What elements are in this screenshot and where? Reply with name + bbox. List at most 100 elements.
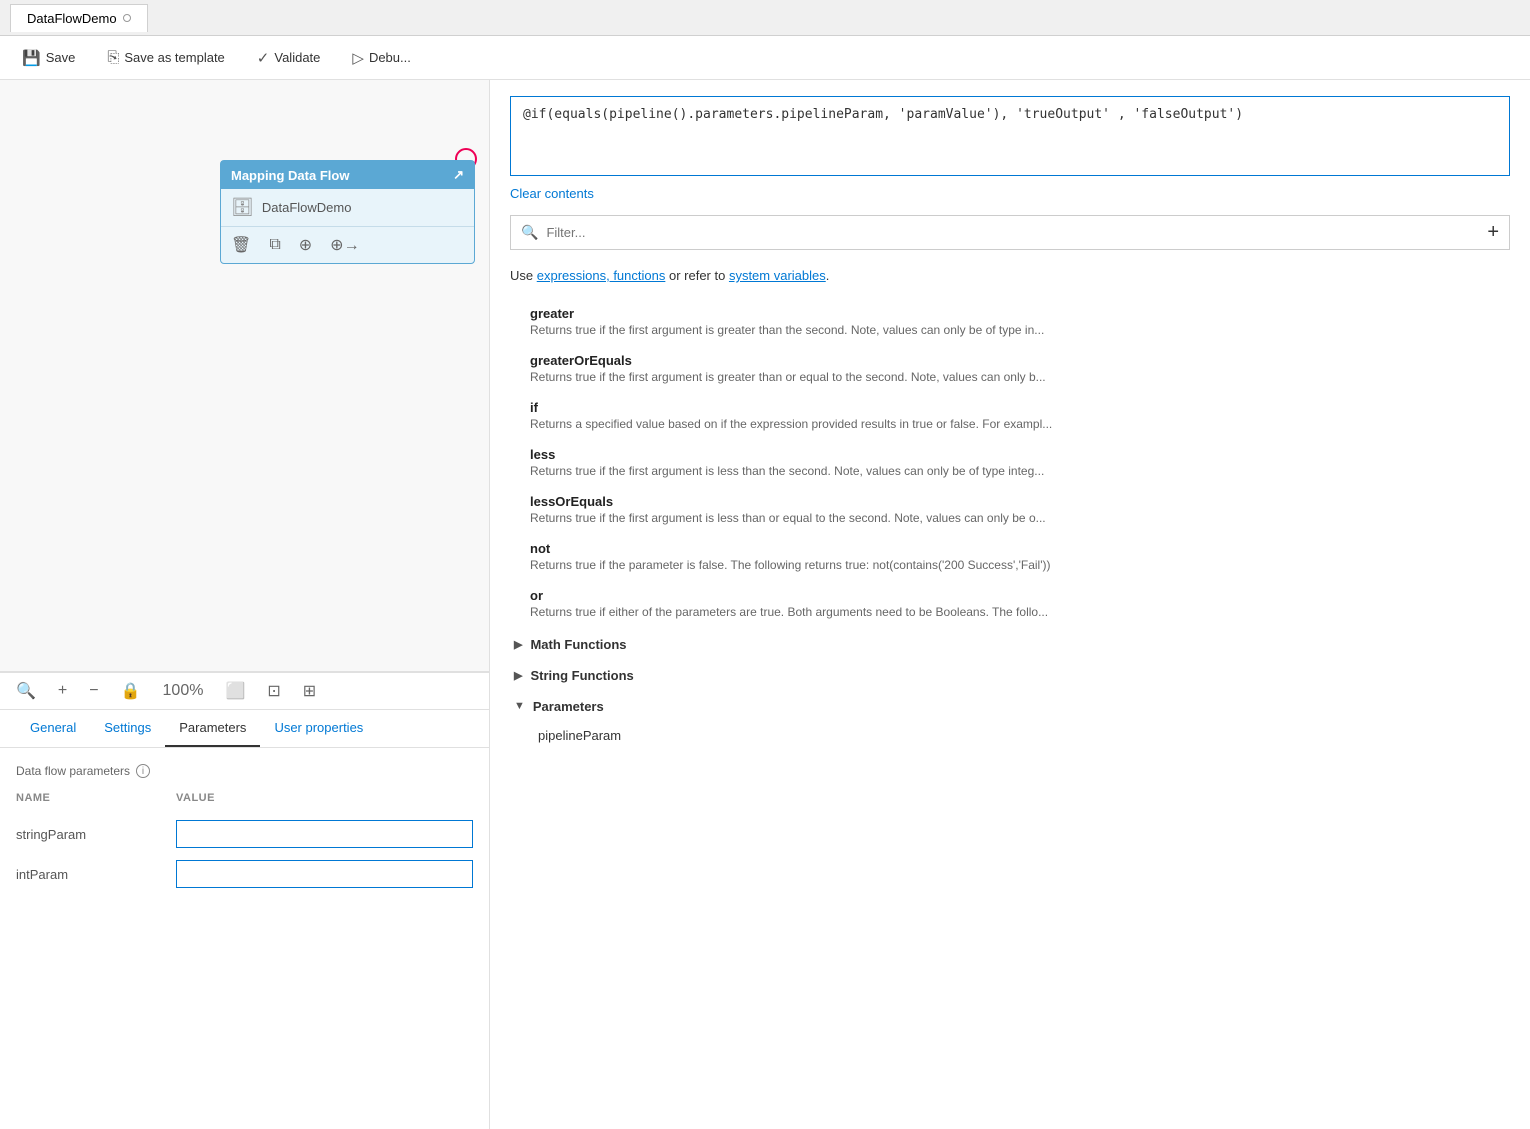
func-item-greater: greater Returns true if the first argume… xyxy=(510,300,1510,347)
database-icon: 🗄 xyxy=(231,197,254,218)
filter-input[interactable] xyxy=(546,225,1479,240)
right-panel: @if(equals(pipeline().parameters.pipelin… xyxy=(490,80,1530,1129)
func-item-less: less Returns true if the first argument … xyxy=(510,441,1510,488)
func-item-if: if Returns a specified value based on if… xyxy=(510,394,1510,441)
expression-text: @if(equals(pipeline().parameters.pipelin… xyxy=(523,107,1243,122)
search-tool-button[interactable]: 🔍 xyxy=(12,679,40,703)
func-desc-not: Returns true if the parameter is false. … xyxy=(530,558,1510,572)
debug-label: Debu... xyxy=(369,50,411,65)
string-functions-section[interactable]: ▶ String Functions xyxy=(510,660,1510,691)
properties-panel: General Settings Parameters User propert… xyxy=(0,709,489,1129)
delete-icon[interactable]: 🗑 xyxy=(231,235,251,255)
param-name-0: stringParam xyxy=(16,827,164,842)
save-icon: 💾 xyxy=(22,49,41,67)
canvas-toolbar: 🔍 + − 🔒 100% ⬜ ⊡ ⊞ xyxy=(0,672,489,709)
mdf-header: Mapping Data Flow ↗ xyxy=(221,161,474,189)
save-label: Save xyxy=(46,50,76,65)
func-name-less: less xyxy=(530,447,1510,462)
function-list: greater Returns true if the first argume… xyxy=(510,300,1510,629)
math-chevron-right-icon: ▶ xyxy=(514,638,522,651)
expression-input[interactable]: @if(equals(pipeline().parameters.pipelin… xyxy=(510,96,1510,176)
validate-icon: ✓ xyxy=(257,49,270,67)
tab-settings[interactable]: Settings xyxy=(90,710,165,747)
toolbar: 💾 Save ⎘ Save as template ✓ Validate ▷ D… xyxy=(0,36,1530,80)
math-functions-section[interactable]: ▶ Math Functions xyxy=(510,629,1510,660)
system-variables-link[interactable]: system variables xyxy=(729,268,826,283)
func-name-greaterorequals: greaterOrEquals xyxy=(530,353,1510,368)
func-name-if: if xyxy=(530,400,1510,415)
duplicate-icon[interactable]: ⊕ xyxy=(299,235,312,255)
func-desc-if: Returns a specified value based on if th… xyxy=(530,417,1510,431)
section-title: Data flow parameters i xyxy=(16,764,473,778)
mdf-title-row: 🗄 DataFlowDemo xyxy=(221,189,474,227)
validate-label: Validate xyxy=(274,50,320,65)
validate-button[interactable]: ✓ Validate xyxy=(251,45,327,71)
expressions-functions-link[interactable]: expressions, functions xyxy=(537,268,666,283)
filter-bar: 🔍 + xyxy=(510,215,1510,250)
tab-label: DataFlowDemo xyxy=(27,11,117,26)
params-section-label: Parameters xyxy=(533,699,604,714)
canvas-area[interactable]: Mapping Data Flow ↗ 🗄 DataFlowDemo 🗑 ⧉ ⊕… xyxy=(0,80,489,672)
external-link-icon[interactable]: ↗ xyxy=(453,167,464,183)
add-output-icon[interactable]: ⊕→ xyxy=(330,235,359,255)
copy-icon[interactable]: ⧉ xyxy=(269,236,280,254)
func-desc-or: Returns true if either of the parameters… xyxy=(530,605,1510,619)
template-label: Save as template xyxy=(124,50,224,65)
func-desc-lessorequals: Returns true if the first argument is le… xyxy=(530,511,1510,525)
func-item-greaterorequals: greaterOrEquals Returns true if the firs… xyxy=(510,347,1510,394)
param-value-input-0[interactable] xyxy=(176,820,473,848)
props-content: Data flow parameters i NAME VALUE string… xyxy=(0,748,489,1129)
description-text: Use expressions, functions or refer to s… xyxy=(510,266,1510,286)
left-panel: Mapping Data Flow ↗ 🗄 DataFlowDemo 🗑 ⧉ ⊕… xyxy=(0,80,490,1129)
func-name-not: not xyxy=(530,541,1510,556)
template-icon: ⎘ xyxy=(107,49,119,66)
filter-search-icon: 🔍 xyxy=(521,224,538,241)
zoom-percent-button[interactable]: 100% xyxy=(159,680,208,702)
zoom-out-button[interactable]: − xyxy=(85,680,102,702)
func-desc-less: Returns true if the first argument is le… xyxy=(530,464,1510,478)
params-chevron-down-icon: ▼ xyxy=(514,700,525,712)
tab-user-properties[interactable]: User properties xyxy=(260,710,377,747)
table-header: NAME VALUE xyxy=(16,788,473,808)
main-area: Mapping Data Flow ↗ 🗄 DataFlowDemo 🗑 ⧉ ⊕… xyxy=(0,80,1530,1129)
minimap-button[interactable]: ⊡ xyxy=(263,679,284,703)
math-section-label: Math Functions xyxy=(530,637,626,652)
tab-unsaved-dot xyxy=(123,14,131,22)
tab-general[interactable]: General xyxy=(16,710,90,747)
func-desc-greaterorequals: Returns true if the first argument is gr… xyxy=(530,370,1510,384)
mdf-card[interactable]: Mapping Data Flow ↗ 🗄 DataFlowDemo 🗑 ⧉ ⊕… xyxy=(220,160,475,264)
filter-add-button[interactable]: + xyxy=(1487,221,1499,244)
param-row-1: intParam xyxy=(16,854,473,894)
param-row-0: stringParam xyxy=(16,814,473,854)
info-icon: i xyxy=(136,764,150,778)
param-item-label: pipelineParam xyxy=(538,728,621,743)
mdf-actions: 🗑 ⧉ ⊕ ⊕→ xyxy=(221,227,474,263)
string-chevron-right-icon: ▶ xyxy=(514,669,522,682)
func-name-lessorequals: lessOrEquals xyxy=(530,494,1510,509)
props-tabs: General Settings Parameters User propert… xyxy=(0,710,489,748)
tab-parameters[interactable]: Parameters xyxy=(165,710,260,747)
func-item-not: not Returns true if the parameter is fal… xyxy=(510,535,1510,582)
func-desc-greater: Returns true if the first argument is gr… xyxy=(530,323,1510,337)
tab-dataflowdemo[interactable]: DataFlowDemo xyxy=(10,4,148,32)
mdf-name: DataFlowDemo xyxy=(262,200,352,215)
save-template-button[interactable]: ⎘ Save as template xyxy=(101,45,230,70)
save-button[interactable]: 💾 Save xyxy=(16,45,81,71)
fit-view-button[interactable]: ⬜ xyxy=(221,679,249,703)
zoom-in-button[interactable]: + xyxy=(54,680,71,702)
col-value-header: VALUE xyxy=(176,792,473,804)
col-name-header: NAME xyxy=(16,792,176,804)
tab-bar: DataFlowDemo xyxy=(0,0,1530,36)
param-value-input-1[interactable] xyxy=(176,860,473,888)
layout-button[interactable]: ⊞ xyxy=(299,679,320,703)
func-name-greater: greater xyxy=(530,306,1510,321)
param-name-1: intParam xyxy=(16,867,164,882)
clear-contents-link[interactable]: Clear contents xyxy=(510,186,1510,201)
mdf-title: Mapping Data Flow xyxy=(231,168,349,183)
debug-icon: ▷ xyxy=(352,49,364,67)
func-item-lessorequals: lessOrEquals Returns true if the first a… xyxy=(510,488,1510,535)
parameters-section[interactable]: ▼ Parameters xyxy=(510,691,1510,722)
debug-button[interactable]: ▷ Debu... xyxy=(346,45,416,71)
param-item-pipelineparam: pipelineParam xyxy=(510,722,1510,749)
lock-button[interactable]: 🔒 xyxy=(117,679,145,703)
